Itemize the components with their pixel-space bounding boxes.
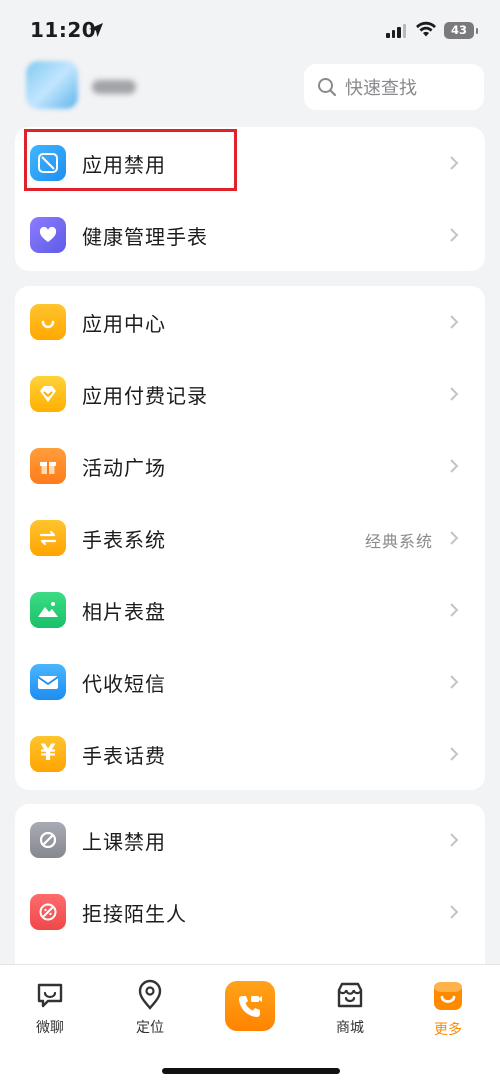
chevron-right-icon	[450, 387, 459, 401]
wifi-icon	[416, 21, 436, 37]
menu-item-label: 代收短信	[82, 672, 166, 696]
shop-icon	[337, 982, 363, 1008]
menu-item-label: 拒接陌生人	[82, 902, 187, 926]
class-block-icon	[30, 822, 66, 858]
menu-item-reject-strangers[interactable]: 拒接陌生人	[15, 876, 485, 948]
menu-item-photo-dial[interactable]: 相片表盘	[15, 574, 485, 646]
location-pin-icon	[138, 979, 162, 1010]
tab-more[interactable]: 更多	[413, 979, 483, 1039]
card-services: 应用中心 应用付费记录 活动广场 手表系统 经典系统 相片表盘 代收短信 ¥ 手…	[15, 286, 485, 790]
tab-label: 商城	[336, 1020, 364, 1036]
menu-item-health-watch[interactable]: 健康管理手表	[15, 199, 485, 271]
menu-item-label: 上课禁用	[82, 830, 166, 854]
menu-item-label: 手表系统	[82, 528, 166, 552]
app-store-bag-icon	[30, 304, 66, 340]
more-icon	[434, 982, 462, 1010]
highlight-box	[24, 129, 237, 191]
chevron-right-icon	[450, 315, 459, 329]
menu-item-payment-records[interactable]: 应用付费记录	[15, 358, 485, 430]
chevron-right-icon	[450, 905, 459, 919]
menu-item-sms-proxy[interactable]: 代收短信	[15, 646, 485, 718]
tab-shop[interactable]: 商城	[315, 979, 385, 1037]
menu-item-label: 应用中心	[82, 312, 166, 336]
menu-item-label: 健康管理手表	[82, 225, 208, 249]
menu-item-class-block[interactable]: 上课禁用	[15, 804, 485, 876]
menu-item-activity-plaza[interactable]: 活动广场	[15, 430, 485, 502]
chevron-right-icon	[450, 675, 459, 689]
menu-item-app-center[interactable]: 应用中心	[15, 286, 485, 358]
tab-location[interactable]: 定位	[115, 979, 185, 1037]
status-time: 11:20	[30, 18, 97, 42]
tab-label: 更多	[434, 1022, 462, 1038]
swap-arrows-icon	[30, 520, 66, 556]
menu-item-label: 相片表盘	[82, 600, 166, 624]
search-input[interactable]: 快速查找	[304, 64, 484, 110]
menu-item-value: 经典系统	[364, 532, 433, 551]
battery-indicator: 43	[444, 22, 478, 39]
avatar[interactable]	[26, 61, 78, 109]
username-blurred	[92, 80, 136, 94]
tab-label: 微聊	[36, 1020, 64, 1036]
diamond-icon	[30, 376, 66, 412]
tab-chat[interactable]: 微聊	[15, 979, 85, 1037]
video-call-button[interactable]	[225, 981, 275, 1031]
envelope-icon	[30, 664, 66, 700]
health-watch-icon	[30, 217, 66, 253]
chevron-right-icon	[450, 459, 459, 473]
home-indicator	[162, 1068, 340, 1074]
chevron-right-icon	[450, 747, 459, 761]
yuan-icon: ¥	[30, 736, 66, 772]
menu-item-watch-system[interactable]: 手表系统 经典系统	[15, 502, 485, 574]
menu-item-phone-bill[interactable]: ¥ 手表话费	[15, 718, 485, 790]
chevron-right-icon	[450, 156, 459, 170]
chevron-right-icon	[450, 833, 459, 847]
chevron-right-icon	[450, 228, 459, 242]
menu-item-label: 应用付费记录	[82, 384, 208, 408]
menu-item-label: 手表话费	[82, 744, 166, 768]
menu-item-label: 活动广场	[82, 456, 166, 480]
chevron-right-icon	[450, 531, 459, 545]
video-call-icon	[239, 996, 262, 1017]
tab-label: 定位	[136, 1020, 164, 1036]
search-placeholder: 快速查找	[345, 78, 417, 99]
card-security: 上课禁用 拒接陌生人	[15, 804, 485, 984]
reject-stranger-icon	[30, 894, 66, 930]
location-arrow-icon	[89, 23, 103, 37]
chat-icon	[37, 983, 63, 1008]
photo-mountain-icon	[30, 592, 66, 628]
cellular-signal-icon	[386, 24, 406, 38]
gift-box-icon	[30, 448, 66, 484]
tab-bar: 微聊 定位 商城 更多	[0, 964, 500, 1084]
chevron-right-icon	[450, 603, 459, 617]
search-icon	[318, 78, 337, 97]
status-bar: 11:20 43	[0, 0, 500, 62]
